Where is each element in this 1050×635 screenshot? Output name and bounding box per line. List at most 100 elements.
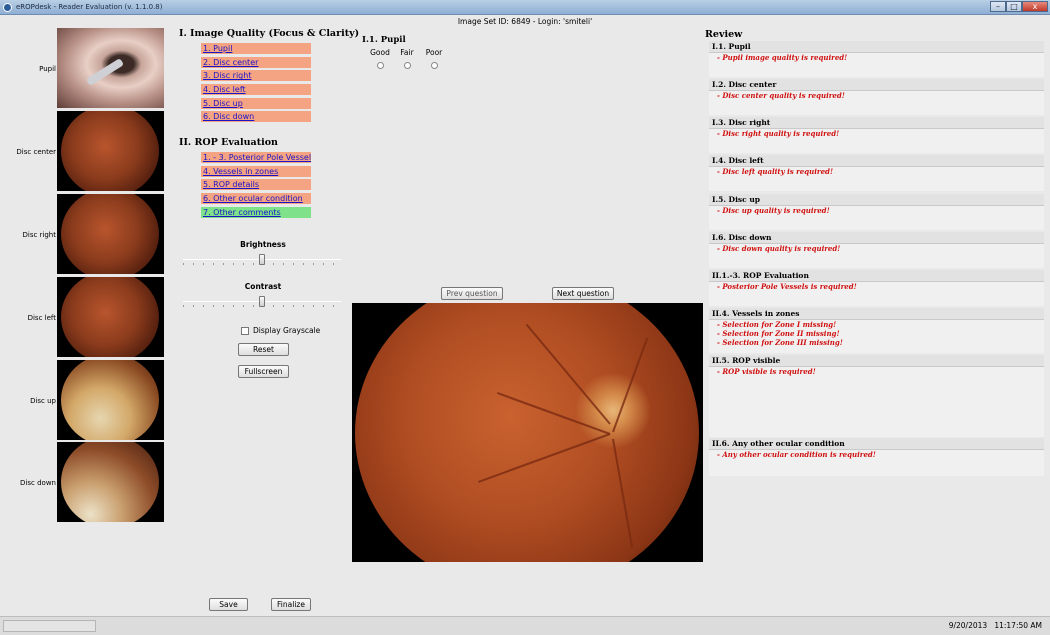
radio-poor[interactable] bbox=[430, 62, 438, 69]
thumbnail-disc-up[interactable]: Disc up bbox=[0, 360, 170, 442]
contrast-slider[interactable] bbox=[183, 296, 341, 308]
review-error: - Pupil image quality is required! bbox=[717, 53, 848, 62]
brightness-slider[interactable] bbox=[183, 254, 341, 266]
review-section-disc-down: I.6. Disc down - Disc down quality is re… bbox=[709, 232, 1044, 268]
thumbnail-label: Disc center bbox=[16, 148, 56, 156]
contrast-label: Contrast bbox=[244, 282, 282, 291]
radio-fair[interactable] bbox=[403, 62, 411, 69]
review-error: - Disc center quality is required! bbox=[717, 91, 845, 100]
review-section-rop-visible: II.5. ROP visible - ROP visible is requi… bbox=[709, 355, 1044, 437]
radio-good[interactable] bbox=[376, 62, 384, 69]
nav-other-comments[interactable]: 7. Other comments bbox=[201, 206, 311, 218]
nav-other-ocular-condition[interactable]: 6. Other ocular condition bbox=[201, 193, 311, 205]
review-section-vessels-in-zones: II.4. Vessels in zones - Selection for Z… bbox=[709, 308, 1044, 353]
review-section-heading: II.4. Vessels in zones bbox=[709, 308, 1044, 320]
pupil-image[interactable] bbox=[57, 28, 164, 108]
thumbnail-label: Disc right bbox=[22, 231, 56, 239]
review-section-heading: I.2. Disc center bbox=[709, 79, 1044, 91]
review-section-heading: II.1.-3. ROP Evaluation bbox=[709, 270, 1044, 282]
disc-center-image[interactable] bbox=[57, 111, 164, 191]
finalize-button[interactable]: Finalize bbox=[271, 598, 311, 611]
close-button[interactable]: x bbox=[1022, 1, 1048, 12]
grayscale-checkbox-row[interactable]: Display Grayscale bbox=[241, 326, 320, 335]
nav-pupil[interactable]: 1. Pupil bbox=[201, 43, 311, 54]
contrast-slider-handle[interactable] bbox=[259, 296, 265, 307]
review-error: - Any other ocular condition is required… bbox=[717, 450, 876, 459]
disc-left-image[interactable] bbox=[57, 277, 164, 357]
review-section-heading: I.1. Pupil bbox=[709, 41, 1044, 53]
nav-disc-left[interactable]: 4. Disc left bbox=[201, 84, 311, 96]
review-section-heading: II.5. ROP visible bbox=[709, 355, 1044, 367]
disc-down-image[interactable] bbox=[57, 442, 164, 522]
option-label: Fair bbox=[400, 48, 414, 57]
fullscreen-button[interactable]: Fullscreen bbox=[238, 365, 289, 378]
status-datetime: 9/20/2013 11:17:50 AM bbox=[949, 621, 1042, 630]
review-error: - Disc up quality is required! bbox=[717, 206, 830, 215]
main-image-viewer[interactable] bbox=[352, 303, 703, 562]
maximize-button[interactable]: □ bbox=[1006, 1, 1022, 12]
app-icon bbox=[3, 3, 12, 12]
thumbnail-pupil[interactable]: Pupil bbox=[0, 28, 170, 110]
rop-evaluation-nav: 1. - 3. Posterior Pole Vessels 4. Vessel… bbox=[201, 152, 311, 220]
status-time: 11:17:50 AM bbox=[994, 621, 1042, 630]
thumbnail-disc-down[interactable]: Disc down bbox=[0, 442, 170, 524]
thumbnail-disc-left[interactable]: Disc left bbox=[0, 277, 170, 359]
disc-right-image[interactable] bbox=[57, 194, 164, 274]
nav-vessels-in-zones[interactable]: 4. Vessels in zones bbox=[201, 165, 311, 177]
review-section-disc-right: I.3. Disc right - Disc right quality is … bbox=[709, 117, 1044, 153]
fundus-image bbox=[355, 303, 699, 562]
reset-button[interactable]: Reset bbox=[238, 343, 289, 356]
image-quality-nav: 1. Pupil 2. Disc center 3. Disc right 4.… bbox=[201, 43, 311, 125]
minimize-button[interactable]: – bbox=[990, 1, 1006, 12]
brightness-label: Brightness bbox=[240, 240, 286, 249]
option-poor[interactable]: Poor bbox=[414, 48, 454, 69]
status-bar: 9/20/2013 11:17:50 AM bbox=[0, 616, 1050, 635]
thumbnail-label: Pupil bbox=[39, 65, 56, 73]
review-section-disc-center: I.2. Disc center - Disc center quality i… bbox=[709, 79, 1044, 115]
nav-disc-center[interactable]: 2. Disc center bbox=[201, 56, 311, 68]
review-section-other-ocular-condition: II.6. Any other ocular condition - Any o… bbox=[709, 438, 1044, 476]
question-title: I.1. Pupil bbox=[362, 35, 406, 45]
thumbnail-disc-center[interactable]: Disc center bbox=[0, 111, 170, 193]
nav-posterior-pole-vessels[interactable]: 1. - 3. Posterior Pole Vessels bbox=[201, 152, 311, 163]
image-set-info: Image Set ID: 6849 - Login: 'smiteli' bbox=[457, 17, 593, 26]
review-section-heading: I.4. Disc left bbox=[709, 155, 1044, 167]
rop-evaluation-heading: II. ROP Evaluation bbox=[179, 137, 278, 148]
thumbnail-label: Disc down bbox=[20, 479, 56, 487]
review-error: - Disc right quality is required! bbox=[717, 129, 840, 138]
prev-question-button[interactable]: Prev question bbox=[441, 287, 503, 300]
review-error: - Selection for Zone II missing! bbox=[717, 329, 840, 338]
review-section-rop-evaluation: II.1.-3. ROP Evaluation - Posterior Pole… bbox=[709, 270, 1044, 306]
thumbnail-label: Disc left bbox=[27, 314, 56, 322]
review-section-heading: II.6. Any other ocular condition bbox=[709, 438, 1044, 450]
thumbnail-disc-right[interactable]: Disc right bbox=[0, 194, 170, 276]
status-date: 9/20/2013 bbox=[948, 621, 988, 630]
review-error: - Disc left quality is required! bbox=[717, 167, 834, 176]
review-error: - Selection for Zone III missing! bbox=[717, 338, 843, 347]
grayscale-label: Display Grayscale bbox=[253, 326, 321, 335]
window-title: eROPdesk - Reader Evaluation (v. 1.1.0.8… bbox=[16, 3, 163, 11]
nav-disc-right[interactable]: 3. Disc right bbox=[201, 70, 311, 82]
review-section-disc-up: I.5. Disc up - Disc up quality is requir… bbox=[709, 194, 1044, 230]
option-label: Poor bbox=[425, 48, 443, 57]
next-question-button[interactable]: Next question bbox=[552, 287, 614, 300]
review-error: - Selection for Zone I missing! bbox=[717, 320, 837, 329]
review-section-disc-left: I.4. Disc left - Disc left quality is re… bbox=[709, 155, 1044, 191]
brightness-slider-handle[interactable] bbox=[259, 254, 265, 265]
review-error: - ROP visible is required! bbox=[717, 367, 816, 376]
title-bar: eROPdesk - Reader Evaluation (v. 1.1.0.8… bbox=[0, 0, 1050, 15]
nav-rop-details[interactable]: 5. ROP details bbox=[201, 179, 311, 191]
save-button[interactable]: Save bbox=[209, 598, 248, 611]
image-quality-heading: I. Image Quality (Focus & Clarity) bbox=[179, 28, 360, 39]
disc-up-image[interactable] bbox=[57, 360, 164, 440]
nav-disc-down[interactable]: 6. Disc down bbox=[201, 111, 311, 123]
grayscale-checkbox[interactable] bbox=[241, 326, 249, 335]
review-section-heading: I.6. Disc down bbox=[709, 232, 1044, 244]
nav-disc-up[interactable]: 5. Disc up bbox=[201, 97, 311, 109]
review-error: - Disc down quality is required! bbox=[717, 244, 841, 253]
review-heading: Review bbox=[705, 29, 743, 40]
review-section-heading: I.3. Disc right bbox=[709, 117, 1044, 129]
thumbnail-label: Disc up bbox=[30, 397, 56, 405]
review-section-heading: I.5. Disc up bbox=[709, 194, 1044, 206]
review-error: - Posterior Pole Vessels is required! bbox=[717, 282, 857, 291]
